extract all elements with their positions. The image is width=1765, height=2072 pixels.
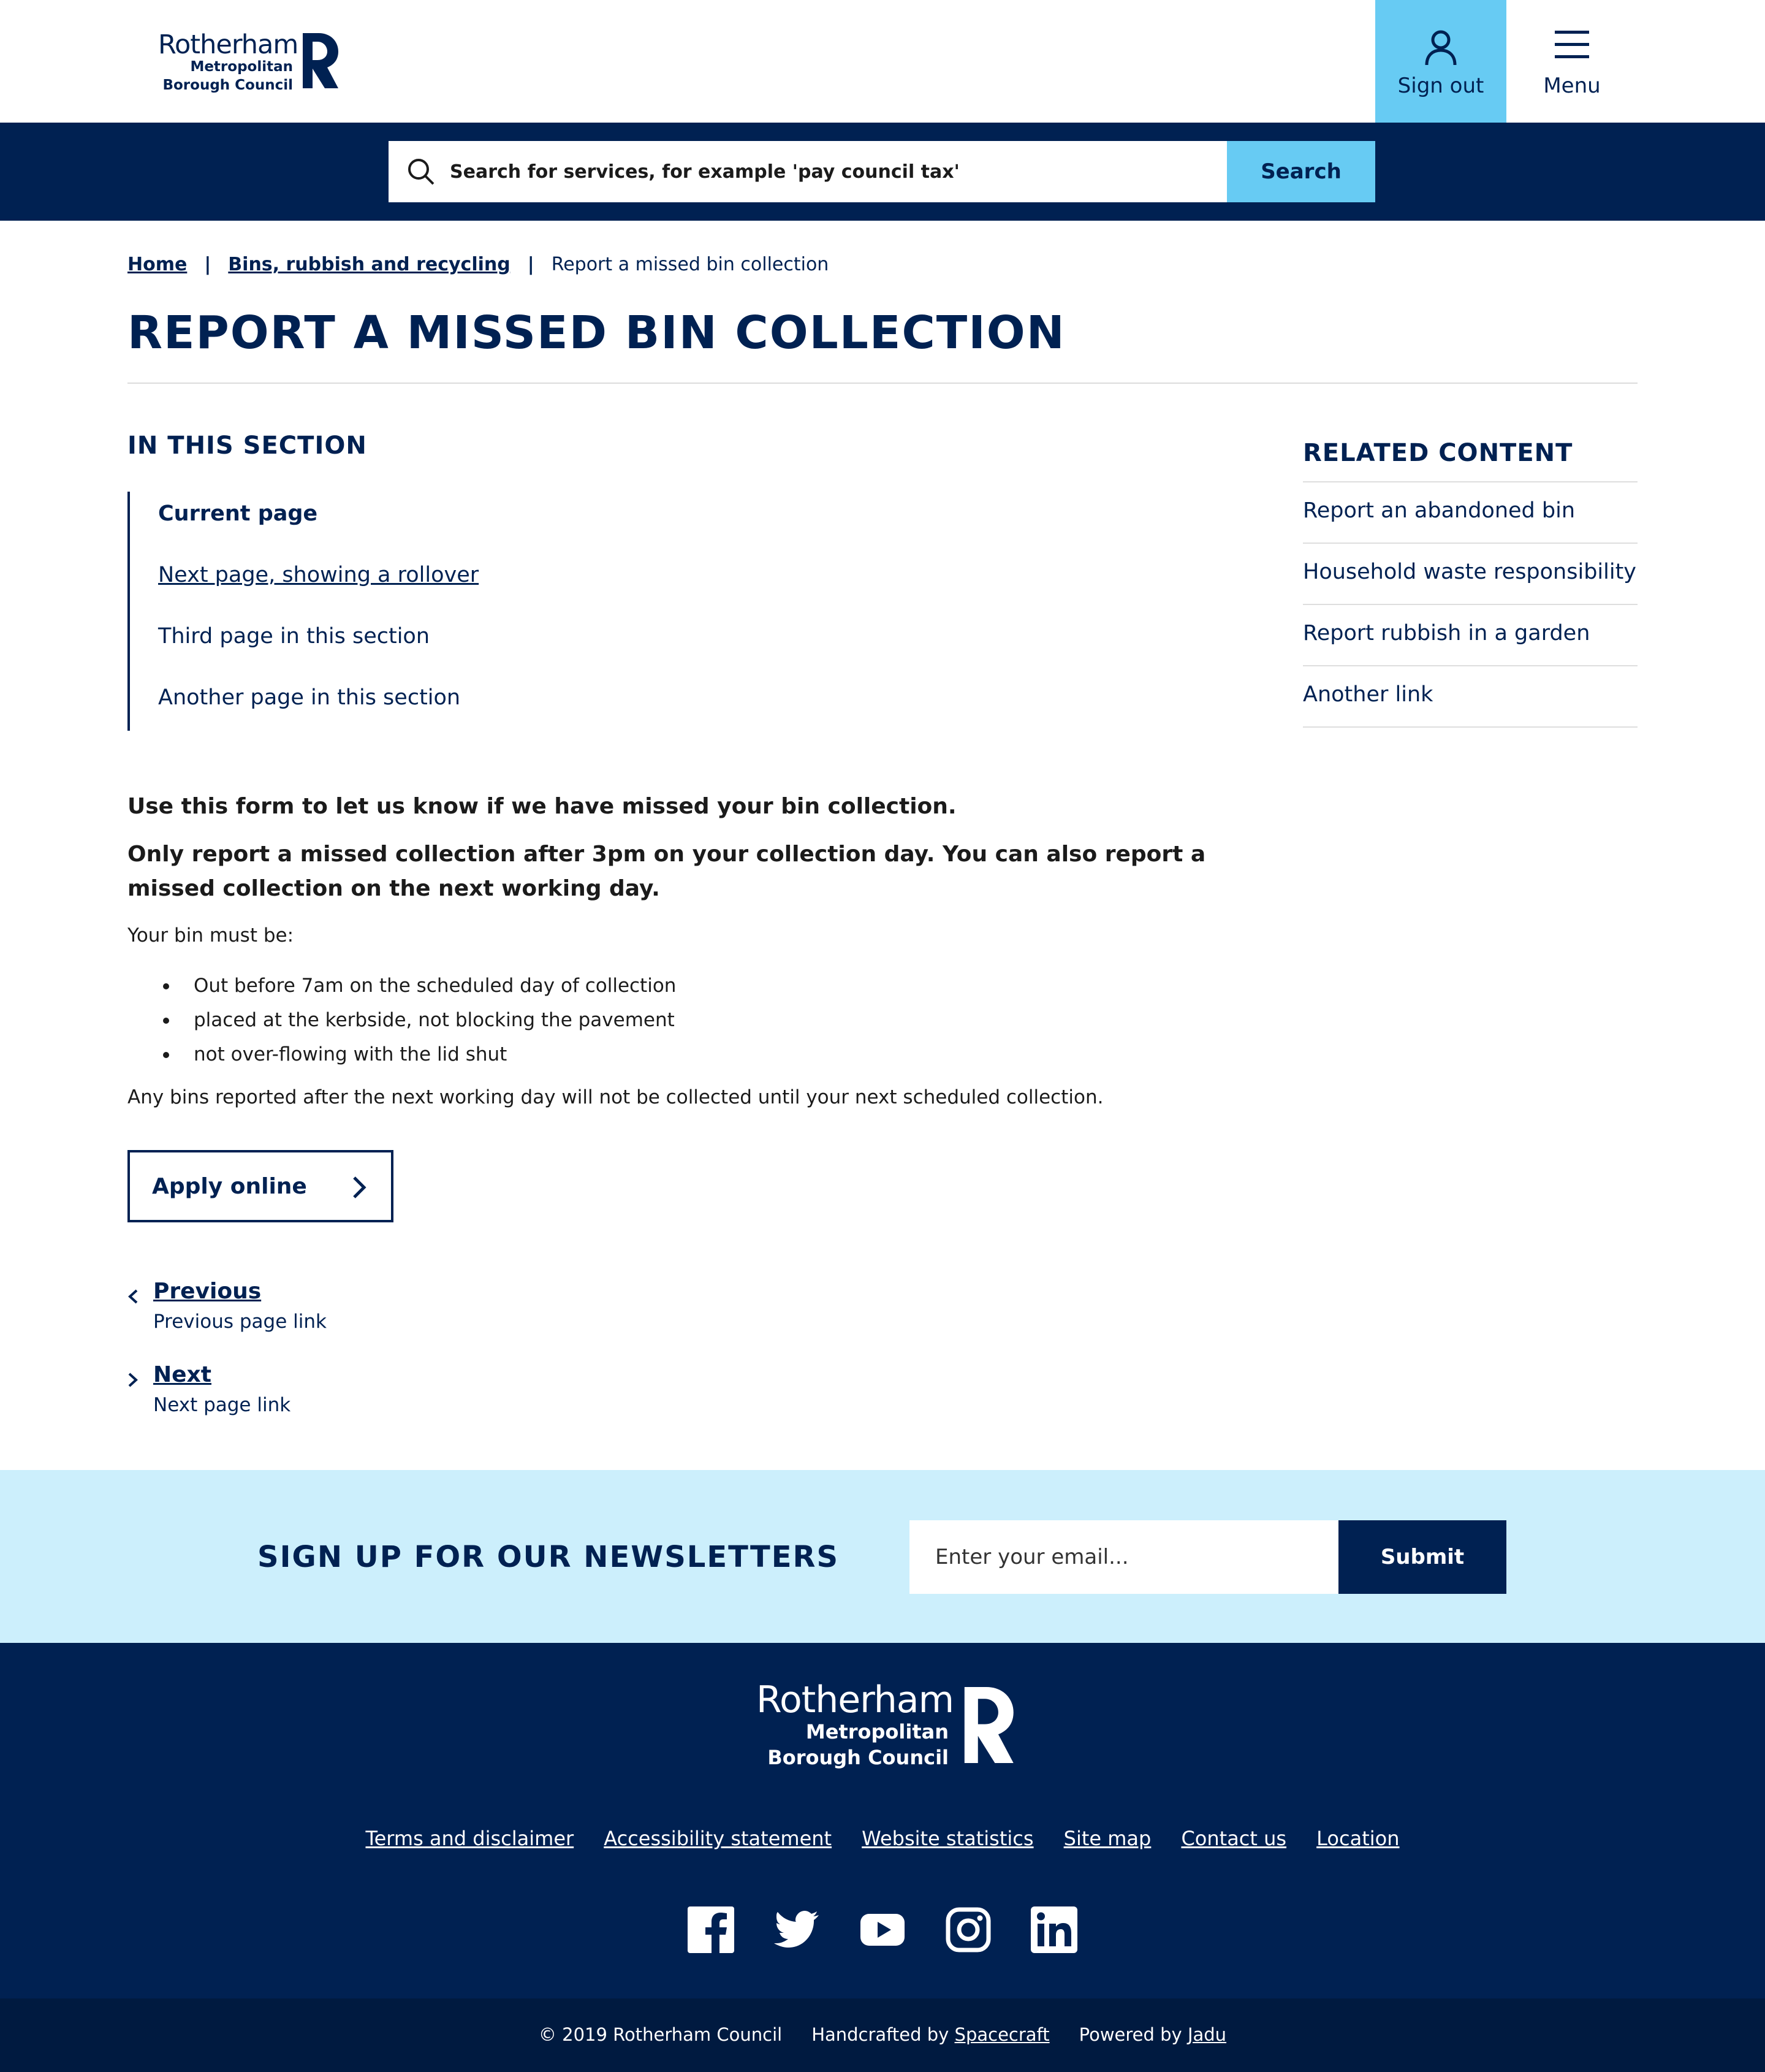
next-label[interactable]: Next (153, 1362, 211, 1387)
footer-link-sitemap[interactable]: Site map (1064, 1827, 1152, 1850)
section-item-another[interactable]: Another page in this section (158, 685, 460, 710)
late-report-note: Any bins reported after the next working… (127, 1086, 1104, 1108)
search-box (389, 141, 1227, 202)
sign-out-button[interactable]: Sign out (1375, 0, 1506, 123)
logo-r-icon (964, 1687, 1014, 1763)
footer-logo-wordmark: Rotherham (756, 1678, 954, 1721)
breadcrumb-current: Report a missed bin collection (551, 254, 829, 275)
council-logo[interactable]: Rotherham Metropolitan Borough Council (158, 29, 342, 93)
spacecraft-link[interactable]: Spacecraft (955, 2024, 1050, 2045)
search-button[interactable]: Search (1227, 141, 1375, 202)
breadcrumb: Home | Bins, rubbish and recycling | Report … (127, 254, 829, 275)
footer-link-location[interactable]: Location (1316, 1827, 1399, 1850)
sign-out-label: Sign out (1397, 74, 1484, 98)
site-header: Rotherham Metropolitan Borough Council S… (0, 0, 1765, 123)
footer-links: Terms and disclaimer Accessibility state… (0, 1827, 1765, 1850)
apply-online-label: Apply online (152, 1173, 307, 1199)
twitter-icon[interactable] (773, 1906, 820, 1953)
related-content-heading: RELATED CONTENT (1303, 439, 1573, 467)
in-this-section-heading: IN THIS SECTION (127, 432, 367, 460)
breadcrumb-separator: | (204, 254, 211, 275)
chevron-right-icon (353, 1176, 366, 1198)
site-footer: Rotherham Metropolitan Borough Council T… (0, 1643, 1765, 1998)
chevron-left-icon (128, 1289, 138, 1304)
lead-paragraph-1: Use this form to let us know if we have … (127, 794, 957, 819)
newsletter-email-field[interactable] (909, 1520, 1338, 1594)
footer-logo[interactable]: Rotherham Metropolitan Borough Council (756, 1678, 1014, 1769)
copyright-text: © 2019 Rotherham Council (538, 2024, 783, 2045)
related-content-list: Report an abandoned bin Household waste … (1303, 481, 1638, 728)
newsletter-heading: SIGN UP FOR OUR NEWSLETTERS (257, 1540, 840, 1574)
title-divider (127, 383, 1638, 384)
hamburger-icon (1555, 31, 1589, 58)
bin-requirements-list: Out before 7am on the scheduled day of c… (159, 969, 676, 1072)
linkedin-icon[interactable] (1031, 1906, 1077, 1953)
search-band: Search (0, 123, 1765, 221)
handcrafted-prefix: Handcrafted by (811, 2024, 949, 2045)
chevron-right-icon (128, 1373, 138, 1387)
newsletter-submit-button[interactable]: Submit (1338, 1520, 1506, 1594)
footer-link-contact[interactable]: Contact us (1181, 1827, 1286, 1850)
bin-requirements-intro: Your bin must be: (127, 924, 294, 946)
footer-link-statistics[interactable]: Website statistics (862, 1827, 1033, 1850)
search-input[interactable] (450, 141, 1216, 202)
section-item-third[interactable]: Third page in this section (158, 624, 430, 649)
footer-logo-subtitle: Metropolitan Borough Council (767, 1720, 949, 1769)
list-item: not over-flowing with the lid shut (159, 1037, 676, 1072)
logo-r-icon (303, 33, 338, 88)
youtube-icon[interactable] (859, 1906, 906, 1953)
jadu-link[interactable]: Jadu (1188, 2024, 1226, 2045)
instagram-icon[interactable] (945, 1906, 992, 1953)
related-link-rubbish-garden[interactable]: Report rubbish in a garden (1303, 605, 1638, 666)
menu-label: Menu (1543, 74, 1601, 98)
related-link-another[interactable]: Another link (1303, 666, 1638, 728)
section-item-current: Current page (158, 501, 318, 526)
previous-label[interactable]: Previous (153, 1279, 261, 1304)
lead-paragraph-2: Only report a missed collection after 3p… (127, 842, 1206, 901)
breadcrumb-separator: | (527, 254, 534, 275)
powered-prefix: Powered by (1079, 2024, 1182, 2045)
newsletter-band: SIGN UP FOR OUR NEWSLETTERS Submit (0, 1470, 1765, 1643)
logo-subtitle: Metropolitan Borough Council (162, 59, 293, 93)
next-sublabel: Next page link (153, 1394, 291, 1416)
footer-credits: © 2019 Rotherham Council Handcrafted by S… (0, 2024, 1765, 2045)
previous-sublabel: Previous page link (153, 1311, 327, 1333)
menu-button[interactable]: Menu (1506, 0, 1638, 123)
related-link-household-waste[interactable]: Household waste responsibility (1303, 544, 1638, 605)
user-icon (1425, 30, 1457, 66)
facebook-icon[interactable] (688, 1906, 734, 1953)
logo-wordmark: Rotherham (158, 29, 298, 60)
section-nav: Current page Next page, showing a rollov… (127, 492, 679, 731)
breadcrumb-home-link[interactable]: Home (127, 254, 187, 275)
section-item-next[interactable]: Next page, showing a rollover (158, 563, 479, 587)
page-title: REPORT A MISSED BIN COLLECTION (127, 307, 1066, 359)
list-item: Out before 7am on the scheduled day of c… (159, 969, 676, 1003)
search-icon (408, 159, 435, 185)
footer-bottom-bar: © 2019 Rotherham Council Handcrafted by S… (0, 1998, 1765, 2072)
list-item: placed at the kerbside, not blocking the… (159, 1003, 676, 1037)
breadcrumb-bins-link[interactable]: Bins, rubbish and recycling (228, 254, 510, 275)
footer-link-accessibility[interactable]: Accessibility statement (604, 1827, 832, 1850)
related-link-abandoned-bin[interactable]: Report an abandoned bin (1303, 482, 1638, 544)
apply-online-button[interactable]: Apply online (127, 1150, 393, 1222)
footer-link-terms[interactable]: Terms and disclaimer (366, 1827, 574, 1850)
